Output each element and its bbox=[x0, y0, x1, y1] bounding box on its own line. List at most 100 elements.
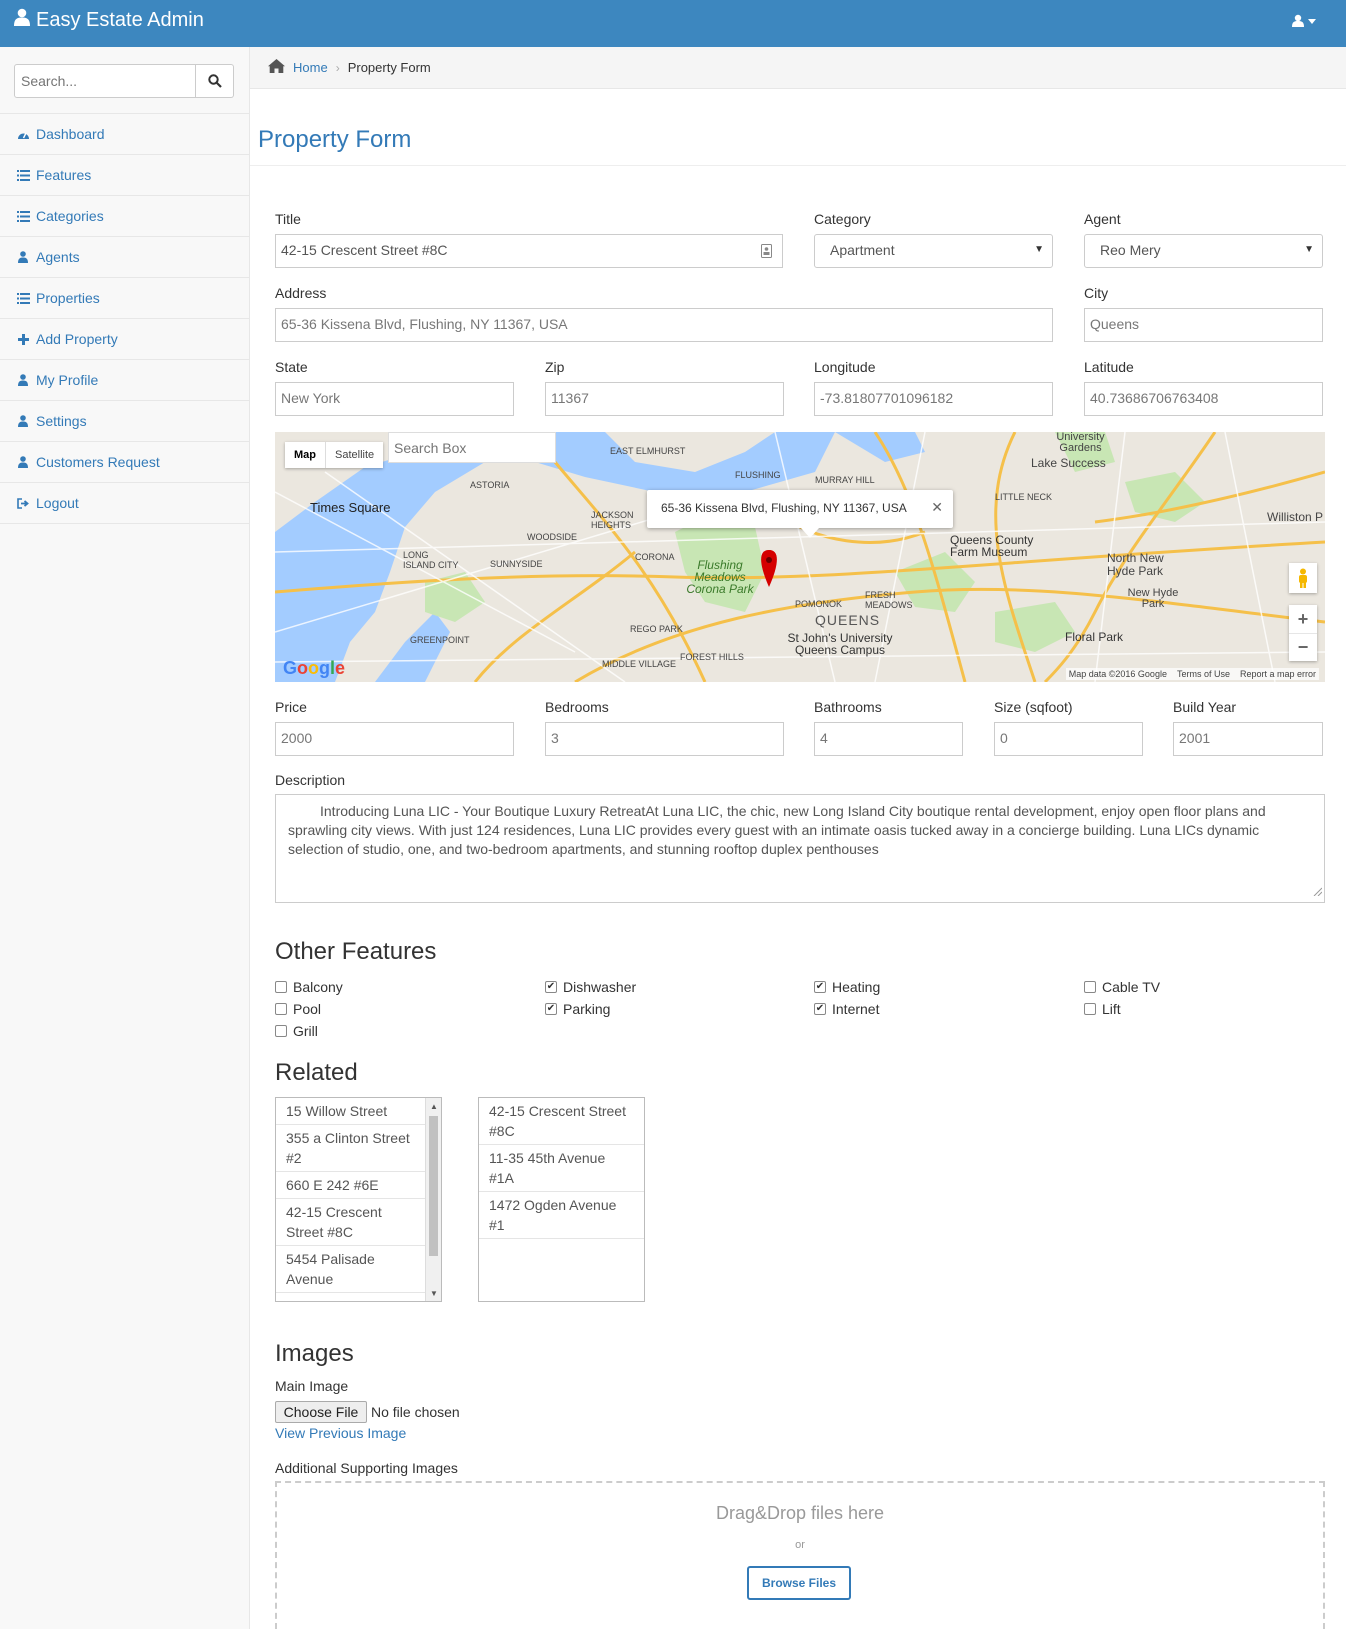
zoom-in-icon[interactable]: + bbox=[1289, 605, 1317, 633]
sidebar-item-properties[interactable]: Properties bbox=[0, 278, 249, 319]
checkbox[interactable] bbox=[1084, 981, 1096, 993]
scrollbar[interactable]: ▲ ▼ bbox=[425, 1098, 441, 1301]
plus-icon bbox=[16, 333, 30, 345]
feature-dishwasher[interactable]: ✔ Dishwasher bbox=[545, 979, 636, 995]
checkbox[interactable] bbox=[275, 1003, 287, 1015]
map-place-label: FLUSHING bbox=[735, 470, 781, 480]
feature-grill[interactable]: Grill bbox=[275, 1023, 318, 1039]
map-place-label: GREENPOINT bbox=[410, 635, 470, 645]
feature-label: Cable TV bbox=[1102, 979, 1161, 995]
map-place-label: New Hyde Park bbox=[1127, 587, 1179, 610]
latitude-label: Latitude bbox=[1084, 359, 1134, 375]
price-input[interactable]: 2000 bbox=[275, 722, 514, 756]
checkbox-checked[interactable]: ✔ bbox=[545, 1003, 557, 1015]
bathrooms-input[interactable]: 4 bbox=[814, 722, 963, 756]
list-icon bbox=[16, 169, 30, 181]
map-widget[interactable]: Times Square QUEENS Flushing Meadows Cor… bbox=[275, 432, 1325, 682]
bedrooms-input[interactable]: 3 bbox=[545, 722, 784, 756]
feature-cable-tv[interactable]: Cable TV bbox=[1084, 979, 1160, 995]
scroll-up-icon[interactable]: ▲ bbox=[426, 1098, 441, 1114]
checkbox[interactable] bbox=[1084, 1003, 1096, 1015]
address-input[interactable]: 65-36 Kissena Blvd, Flushing, NY 11367, … bbox=[275, 308, 1053, 342]
checkbox[interactable] bbox=[275, 1025, 287, 1037]
size-input[interactable]: 0 bbox=[994, 722, 1143, 756]
user-menu-dropdown[interactable] bbox=[1292, 14, 1318, 31]
title-input[interactable]: 42-15 Crescent Street #8C bbox=[275, 234, 783, 268]
feature-parking[interactable]: ✔ Parking bbox=[545, 1001, 610, 1017]
sidebar-item-logout[interactable]: Logout bbox=[0, 483, 249, 524]
map-type-satellite-button[interactable]: Satellite bbox=[325, 442, 383, 468]
scroll-down-icon[interactable]: ▼ bbox=[426, 1285, 441, 1301]
map-info-tail bbox=[801, 528, 819, 538]
map-place-label: Flushing Meadows Corona Park bbox=[686, 558, 754, 596]
checkbox-checked[interactable]: ✔ bbox=[814, 1003, 826, 1015]
map-type-map-button[interactable]: Map bbox=[285, 442, 325, 468]
checkbox-checked[interactable]: ✔ bbox=[814, 981, 826, 993]
build-year-input[interactable]: 2001 bbox=[1173, 722, 1323, 756]
state-input[interactable]: New York bbox=[275, 382, 514, 416]
breadcrumb-current: Property Form bbox=[347, 60, 431, 75]
map-info-text: 65-36 Kissena Blvd, Flushing, NY 11367, … bbox=[661, 501, 907, 515]
feature-label: Dishwasher bbox=[563, 979, 637, 995]
file-dropzone[interactable]: Drag&Drop files here or Browse Files bbox=[275, 1481, 1325, 1629]
checkbox-checked[interactable]: ✔ bbox=[545, 981, 557, 993]
feature-heating[interactable]: ✔ Heating bbox=[814, 979, 880, 995]
address-label: Address bbox=[275, 285, 327, 301]
map-place-label: Queens County Farm Museum bbox=[950, 533, 1034, 559]
latitude-input[interactable]: 40.73686706763408 bbox=[1084, 382, 1323, 416]
close-icon[interactable]: ✕ bbox=[931, 499, 943, 516]
map-place-label: Lake Success bbox=[1031, 456, 1106, 470]
description-textarea[interactable]: Introducing Luna LIC - Your Boutique Lux… bbox=[275, 794, 1325, 903]
search-button[interactable] bbox=[196, 64, 234, 98]
sidebar-item-categories[interactable]: Categories bbox=[0, 196, 249, 237]
category-select[interactable]: Apartment ▼ bbox=[814, 234, 1053, 268]
zoom-out-icon[interactable]: − bbox=[1289, 633, 1317, 661]
sidebar-item-dashboard[interactable]: Dashboard bbox=[0, 114, 249, 155]
sidebar-item-settings[interactable]: Settings bbox=[0, 401, 249, 442]
breadcrumb-home-link[interactable]: Home bbox=[293, 60, 328, 75]
list-item[interactable]: 355 a Clinton Street #2 bbox=[276, 1125, 426, 1172]
list-item[interactable]: 42-15 Crescent Street #8C bbox=[276, 1199, 426, 1246]
caret-down-icon: ▼ bbox=[1034, 244, 1044, 255]
related-selected-list[interactable]: 42-15 Crescent Street #8C 11-35 45th Ave… bbox=[478, 1097, 645, 1302]
view-previous-image-link[interactable]: View Previous Image bbox=[275, 1425, 406, 1441]
feature-pool[interactable]: Pool bbox=[275, 1001, 321, 1017]
city-input[interactable]: Queens bbox=[1084, 308, 1323, 342]
choose-file-button[interactable]: Choose File bbox=[275, 1401, 367, 1423]
sidebar-item-label: Categories bbox=[36, 208, 104, 224]
list-item[interactable]: 2104 Holland bbox=[276, 1293, 426, 1301]
list-item[interactable]: 15 Willow Street bbox=[276, 1098, 426, 1125]
map-attribution: Map data ©2016 Google Terms of Use Repor… bbox=[1065, 668, 1319, 680]
street-view-pegman-icon[interactable] bbox=[1289, 563, 1317, 593]
browse-files-button[interactable]: Browse Files bbox=[747, 1566, 851, 1600]
caret-down-icon: ▼ bbox=[1304, 244, 1314, 255]
sidebar-item-features[interactable]: Features bbox=[0, 155, 249, 196]
terms-of-use-link[interactable]: Terms of Use bbox=[1177, 669, 1230, 679]
feature-internet[interactable]: ✔ Internet bbox=[814, 1001, 879, 1017]
list-item[interactable]: 660 E 242 #6E bbox=[276, 1172, 426, 1199]
feature-lift[interactable]: Lift bbox=[1084, 1001, 1121, 1017]
bathrooms-label: Bathrooms bbox=[814, 699, 882, 715]
checkbox[interactable] bbox=[275, 981, 287, 993]
sidebar-item-customers-request[interactable]: Customers Request bbox=[0, 442, 249, 483]
feature-balcony[interactable]: Balcony bbox=[275, 979, 343, 995]
brand[interactable]: Easy Estate Admin bbox=[14, 8, 204, 32]
list-item[interactable]: 11-35 45th Avenue #1A bbox=[479, 1145, 644, 1192]
list-item[interactable]: 5454 Palisade Avenue bbox=[276, 1246, 426, 1293]
home-icon[interactable] bbox=[268, 59, 285, 76]
related-available-list[interactable]: 15 Willow Street 355 a Clinton Street #2… bbox=[275, 1097, 442, 1302]
map-search-input[interactable] bbox=[388, 432, 556, 463]
zip-input[interactable]: 11367 bbox=[545, 382, 784, 416]
map-place-label: North New Hyde Park bbox=[1107, 551, 1164, 578]
list-item[interactable]: 42-15 Crescent Street #8C bbox=[479, 1098, 644, 1145]
resize-handle-icon[interactable] bbox=[1313, 882, 1323, 901]
sidebar-item-add-property[interactable]: Add Property bbox=[0, 319, 249, 360]
list-item[interactable]: 1472 Ogden Avenue #1 bbox=[479, 1192, 644, 1239]
sidebar-item-my-profile[interactable]: My Profile bbox=[0, 360, 249, 401]
report-map-error-link[interactable]: Report a map error bbox=[1240, 669, 1316, 679]
sidebar-item-agents[interactable]: Agents bbox=[0, 237, 249, 278]
agent-select[interactable]: Reo Mery ▼ bbox=[1084, 234, 1323, 268]
longitude-input[interactable]: -73.81807701096182 bbox=[814, 382, 1053, 416]
search-input[interactable] bbox=[14, 64, 196, 98]
scrollbar-thumb[interactable] bbox=[429, 1116, 438, 1256]
